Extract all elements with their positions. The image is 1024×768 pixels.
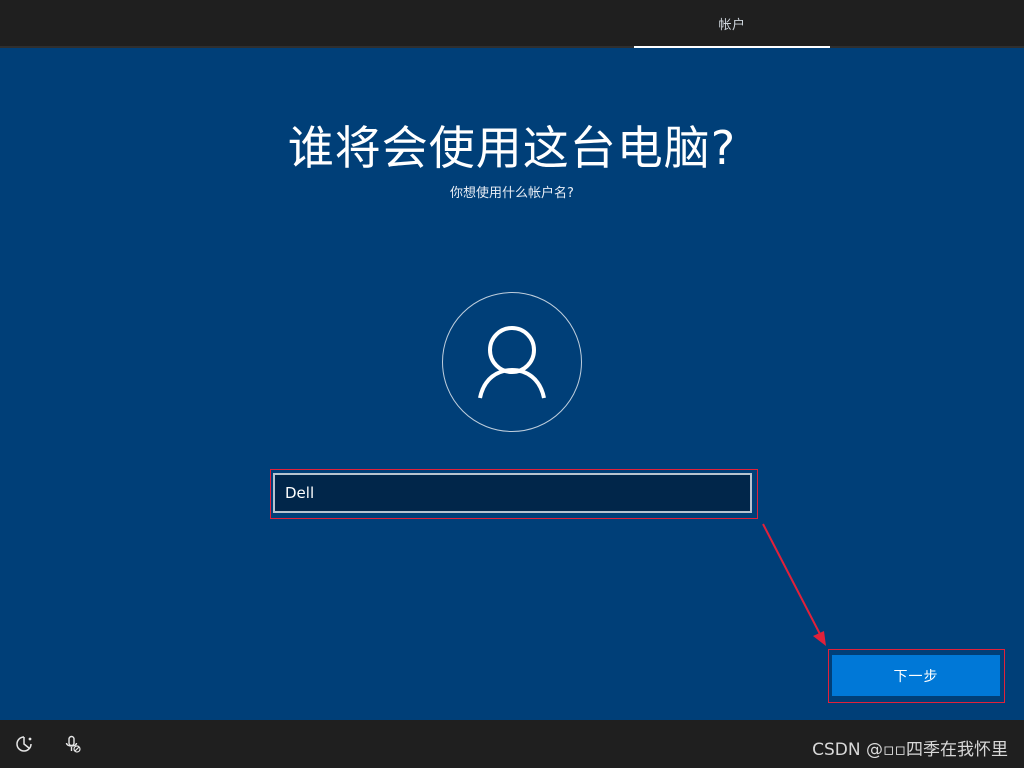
bottom-bar: CSDN @▫▫四季在我怀里 bbox=[0, 720, 1024, 768]
page-subtitle: 你想使用什么帐户名? bbox=[450, 186, 574, 201]
avatar bbox=[442, 292, 582, 432]
next-button[interactable]: 下一步 bbox=[832, 655, 1000, 696]
top-bar: 帐户 bbox=[0, 0, 1024, 48]
oobe-main-panel: 谁将会使用这台电脑? 你想使用什么帐户名? 下一步 bbox=[0, 48, 1024, 720]
tab-account-label: 帐户 bbox=[718, 17, 746, 33]
accessibility-icon bbox=[16, 736, 32, 752]
microphone-icon bbox=[65, 735, 81, 753]
user-icon bbox=[478, 326, 546, 399]
account-name-input[interactable] bbox=[273, 473, 752, 513]
microphone-button[interactable] bbox=[62, 734, 82, 754]
tab-account[interactable]: 帐户 bbox=[634, 0, 830, 48]
watermark-text: CSDN @▫▫四季在我怀里 bbox=[812, 740, 1008, 760]
accessibility-button[interactable] bbox=[14, 734, 34, 754]
page-title: 谁将会使用这台电脑? bbox=[287, 121, 737, 175]
